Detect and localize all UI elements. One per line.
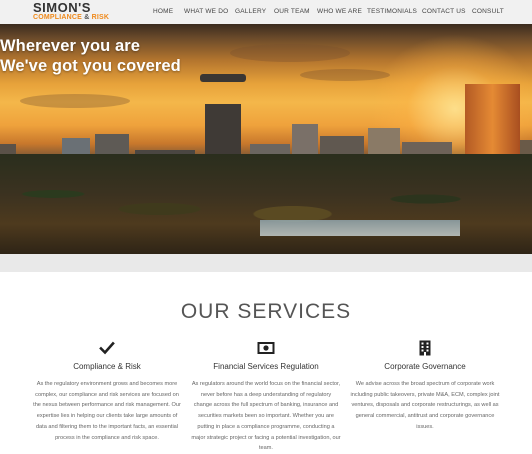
tall-tower — [465, 84, 520, 164]
site-logo[interactable]: SIMON'S COMPLIANCE & RISK — [33, 1, 119, 23]
checkmark-icon — [99, 341, 115, 355]
tower-top — [200, 74, 246, 82]
nav-our-team[interactable]: OUR TEAM — [274, 8, 310, 15]
nav-what-we-do[interactable]: WHAT WE DO — [184, 8, 228, 15]
nav-contact-us[interactable]: CONTACT US — [422, 8, 466, 15]
money-icon — [257, 342, 275, 354]
service-compliance-risk: Compliance & Risk As the regulatory envi… — [32, 340, 182, 443]
nav-gallery[interactable]: GALLERY — [235, 8, 266, 15]
nav-consult[interactable]: CONSULT — [472, 8, 504, 15]
hero-line-1: Wherever you are — [0, 37, 141, 55]
hero-headline: Wherever you are We've got you covered — [0, 36, 181, 76]
main-nav: HOME WHAT WE DO GALLERY OUR TEAM WHO WE … — [146, 0, 532, 24]
service-corporate-governance: Corporate Governance We advise across th… — [350, 340, 500, 433]
service-description: We advise across the broad spectrum of c… — [350, 381, 500, 430]
service-title: Financial Services Regulation — [213, 362, 319, 371]
services-heading: OUR SERVICES — [180, 300, 352, 323]
tree-canopy — [0, 154, 532, 254]
service-description: As regulators around the world focus on … — [191, 381, 341, 452]
hero-banner: Wherever you are We've got you covered — [0, 24, 532, 254]
cloud — [300, 69, 390, 81]
section-divider — [0, 254, 532, 272]
nav-home[interactable]: HOME — [153, 8, 173, 15]
nav-who-we-are[interactable]: WHO WE ARE — [317, 8, 362, 15]
service-description: As the regulatory environment grows and … — [33, 381, 181, 441]
service-title: Compliance & Risk — [73, 362, 141, 371]
building-icon — [419, 340, 431, 356]
cloud — [20, 94, 130, 108]
site-header: SIMON'S COMPLIANCE & RISK HOME WHAT WE D… — [0, 0, 532, 25]
logo-tagline: COMPLIANCE & RISK — [33, 14, 110, 21]
nav-testimonials[interactable]: TESTIMONIALS — [367, 8, 417, 15]
water-reflection — [260, 220, 460, 236]
service-financial-regulation: Financial Services Regulation As regulat… — [191, 340, 341, 454]
service-title: Corporate Governance — [384, 362, 466, 371]
logo-name: SIMON'S — [33, 0, 91, 15]
cloud — [230, 44, 350, 62]
hero-line-2: We've got you covered — [0, 57, 181, 75]
